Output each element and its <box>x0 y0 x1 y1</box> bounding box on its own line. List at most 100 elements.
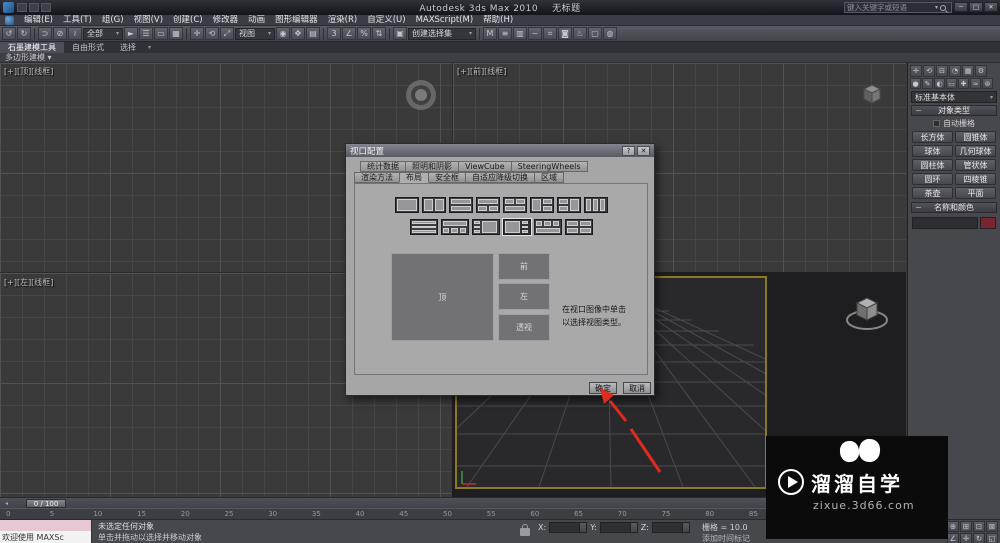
select-and-scale-icon[interactable]: ⤢ <box>220 27 234 40</box>
selection-filter-dropdown[interactable]: 全部 ▾ <box>83 27 123 40</box>
object-type-button-8[interactable]: 茶壶 <box>912 187 953 199</box>
object-type-button-3[interactable]: 几何球体 <box>955 145 996 157</box>
fov-icon[interactable]: ∠ <box>947 533 959 543</box>
dialog-tab-2-2[interactable]: 安全框 <box>428 172 466 183</box>
layout-thumb-0-4[interactable] <box>502 197 527 213</box>
mirror-icon[interactable]: M <box>483 27 497 40</box>
viewcube-mini-icon[interactable] <box>860 81 884 105</box>
pan-icon[interactable]: ✛ <box>960 533 972 543</box>
select-by-name-icon[interactable]: ☰ <box>139 27 153 40</box>
maximize-viewport-toggle-icon[interactable]: ◱ <box>986 533 998 543</box>
ribbon-tab-1[interactable]: 自由形式 <box>64 42 112 53</box>
menu-item-10[interactable]: MAXScript(M) <box>411 15 479 26</box>
lights-category-icon[interactable]: ◐ <box>934 78 945 89</box>
time-slider-handle[interactable]: 0 / 100 <box>26 499 66 508</box>
titlebar-quick-icon-3[interactable] <box>41 3 51 12</box>
percent-snap-icon[interactable]: % <box>357 27 371 40</box>
render-setup-icon[interactable]: ♨ <box>573 27 587 40</box>
titlebar-quick-icon-1[interactable] <box>17 3 27 12</box>
maxscript-mini-listener[interactable]: 欢迎使用 MAXSc <box>0 520 92 543</box>
dialog-tab-1-1[interactable]: 照明和阴影 <box>405 161 459 172</box>
align-icon[interactable]: ≡ <box>498 27 512 40</box>
menu-item-11[interactable]: 帮助(H) <box>478 15 518 26</box>
spinner-snap-icon[interactable]: ⇅ <box>372 27 386 40</box>
layout-preview-pane-left[interactable]: 左 <box>498 283 550 310</box>
minimize-button[interactable]: ─ <box>954 2 968 12</box>
autogrid-checkbox[interactable] <box>933 120 940 127</box>
layout-thumb-0-6[interactable] <box>556 197 581 213</box>
geometry-category-icon[interactable]: ● <box>910 78 921 89</box>
object-type-button-7[interactable]: 四棱锥 <box>955 173 996 185</box>
add-time-tag[interactable]: 添加时间标记 <box>702 533 750 543</box>
menu-item-4[interactable]: 创建(C) <box>168 15 208 26</box>
systems-category-icon[interactable]: ⊛ <box>982 78 993 89</box>
create-tab-icon[interactable]: ✛ <box>910 65 922 77</box>
rollout-object-type[interactable]: 对象类型 <box>911 105 997 116</box>
zoom-extents-icon[interactable]: ⊡ <box>973 521 985 532</box>
ribbon-subtab-polygon-modeling[interactable]: 多边形建模 ▾ <box>0 53 1000 63</box>
viewport-label-front[interactable]: [+][前][线框] <box>457 66 506 77</box>
object-type-button-6[interactable]: 圆环 <box>912 173 953 185</box>
ribbon-collapse-icon[interactable]: ▾ <box>148 42 151 53</box>
layout-thumb-1-1[interactable] <box>440 219 469 235</box>
menu-item-3[interactable]: 视图(V) <box>129 15 168 26</box>
zoom-icon[interactable]: ⊕ <box>947 521 959 532</box>
selection-lock-icon[interactable] <box>520 524 530 536</box>
shapes-category-icon[interactable]: ✎ <box>922 78 933 89</box>
ribbon-tab-0[interactable]: 石墨建模工具 <box>0 42 64 53</box>
layout-thumb-0-3[interactable] <box>475 197 500 213</box>
helpers-category-icon[interactable]: ✚ <box>958 78 969 89</box>
layout-thumb-0-1[interactable] <box>421 197 446 213</box>
layout-thumb-1-2[interactable] <box>471 219 500 235</box>
quick-render-icon[interactable]: ◍ <box>603 27 617 40</box>
select-and-move-icon[interactable]: ✛ <box>190 27 204 40</box>
cameras-category-icon[interactable]: ▭ <box>946 78 957 89</box>
layout-thumb-1-3[interactable] <box>501 218 532 236</box>
x-field[interactable] <box>549 522 588 533</box>
menu-item-0[interactable]: 编辑(E) <box>19 15 58 26</box>
zoom-extents-all-icon[interactable]: ⊠ <box>986 521 998 532</box>
named-selection-sets-dropdown[interactable]: 创建选择集 ▾ <box>408 27 476 40</box>
layout-preview-pane-perspective[interactable]: 透视 <box>498 314 550 341</box>
cancel-button[interactable]: 取消 <box>623 382 651 394</box>
object-type-button-4[interactable]: 圆柱体 <box>912 159 953 171</box>
object-color-swatch[interactable] <box>980 217 996 229</box>
chevron-down-icon[interactable]: ▾ <box>935 4 938 11</box>
menu-item-7[interactable]: 图形编辑器 <box>270 15 323 26</box>
layer-manager-icon[interactable]: ▥ <box>513 27 527 40</box>
menu-item-2[interactable]: 组(G) <box>97 15 129 26</box>
layout-thumb-1-4[interactable] <box>533 219 562 235</box>
hierarchy-tab-icon[interactable]: ⊟ <box>936 65 948 77</box>
search-icon[interactable] <box>940 4 946 11</box>
dialog-tab-2-0[interactable]: 渲染方法 <box>354 172 400 183</box>
layout-thumb-1-0[interactable] <box>409 219 438 235</box>
angle-snap-icon[interactable]: ∠ <box>342 27 356 40</box>
schematic-view-icon[interactable]: ⌗ <box>543 27 557 40</box>
layout-thumb-1-5[interactable] <box>564 219 593 235</box>
zoom-all-icon[interactable]: ⊞ <box>960 521 972 532</box>
edit-named-selections-icon[interactable]: ▣ <box>393 27 407 40</box>
listener-row[interactable]: 欢迎使用 MAXSc <box>0 531 91 543</box>
navigation-ball-gizmo-icon[interactable] <box>406 80 436 110</box>
object-type-button-9[interactable]: 平面 <box>955 187 996 199</box>
dialog-tab-2-4[interactable]: 区域 <box>534 172 564 183</box>
layout-preview-pane-big[interactable]: 顶 <box>391 253 494 341</box>
time-step-back-icon[interactable]: ◂ <box>2 499 11 508</box>
menu-item-6[interactable]: 动画 <box>243 15 270 26</box>
z-field[interactable] <box>651 522 690 533</box>
object-type-button-2[interactable]: 球体 <box>912 145 953 157</box>
reference-coordsys-dropdown[interactable]: 视图 ▾ <box>235 27 275 40</box>
dialog-tab-2-1[interactable]: 布局 <box>399 172 429 183</box>
display-tab-icon[interactable]: ▦ <box>962 65 974 77</box>
dialog-title-bar[interactable]: 视口配置 ? ✕ <box>346 144 654 157</box>
keyboard-shortcut-toggle-icon[interactable]: ▤ <box>306 27 320 40</box>
layout-thumb-0-2[interactable] <box>448 197 473 213</box>
viewport-label-top[interactable]: [+][顶][线框] <box>4 66 53 77</box>
menu-item-1[interactable]: 工具(T) <box>58 15 97 26</box>
application-menu-icon[interactable] <box>5 15 14 25</box>
dialog-tab-1-3[interactable]: SteeringWheels <box>510 161 588 172</box>
modify-tab-icon[interactable]: ⟲ <box>923 65 935 77</box>
selection-region-icon[interactable]: ▭ <box>154 27 168 40</box>
object-type-button-0[interactable]: 长方体 <box>912 131 953 143</box>
material-editor-icon[interactable]: ◙ <box>558 27 572 40</box>
